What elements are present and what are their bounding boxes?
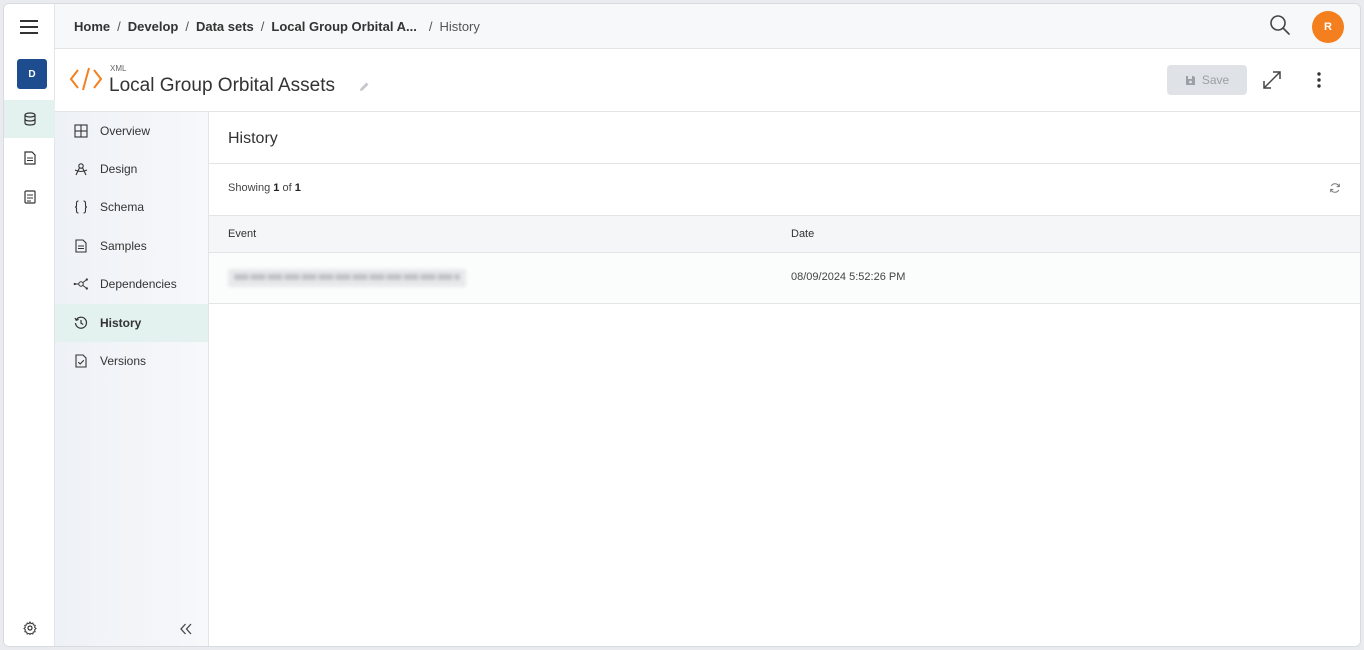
double-chevron-left-icon	[180, 623, 192, 635]
expand-icon	[1263, 71, 1281, 89]
breadcrumb-home[interactable]: Home	[74, 19, 110, 34]
showing-prefix: Showing	[228, 182, 271, 194]
menu-button[interactable]	[4, 4, 55, 49]
rail-item-data-sets[interactable]	[4, 100, 55, 138]
divider	[209, 163, 1360, 164]
workspace-badge[interactable]: D	[17, 59, 47, 89]
redacted-text	[234, 274, 460, 280]
panel-title: History	[228, 130, 278, 147]
dataset-type-label: XML	[110, 64, 127, 73]
rail-item-settings[interactable]	[4, 609, 55, 646]
subnav-item-overview[interactable]: Overview	[55, 112, 208, 150]
save-label: Save	[1201, 73, 1230, 87]
subnav-item-samples[interactable]: Samples	[55, 227, 208, 265]
document-icon	[23, 151, 36, 165]
breadcrumb-separator: /	[185, 19, 189, 34]
search-icon	[1270, 15, 1290, 35]
dataset-header: XML Local Group Orbital Assets Save	[55, 49, 1360, 112]
showing-of: of	[282, 182, 292, 194]
breadcrumb-separator: /	[428, 19, 433, 34]
showing-current: 1	[273, 182, 280, 194]
table-header: Event Date	[209, 215, 1360, 253]
app-window: Home / Develop / Data sets / Local Group…	[3, 3, 1361, 647]
breadcrumb-dataset[interactable]: Local Group Orbital A...	[271, 19, 416, 34]
column-header-event[interactable]: Event	[228, 228, 256, 240]
breadcrumb-separator: /	[117, 19, 121, 34]
nodes-icon	[73, 276, 89, 292]
history-panel: History Showing 1 of 1 Event Date 08/09/…	[209, 112, 1360, 646]
top-bar: Home / Develop / Data sets / Local Group…	[4, 4, 1360, 49]
rail-item-documents[interactable]	[4, 139, 55, 177]
report-icon	[23, 190, 36, 204]
subnav-label: Samples	[100, 239, 147, 253]
hamburger-icon	[20, 19, 38, 34]
breadcrumb-develop[interactable]: Develop	[128, 19, 179, 34]
subnav-label: Schema	[100, 200, 145, 214]
breadcrumb-separator: /	[260, 19, 265, 34]
breadcrumb-data-sets[interactable]: Data sets	[196, 19, 254, 34]
rail-item-reports[interactable]	[4, 178, 55, 216]
search-button[interactable]	[1269, 14, 1293, 38]
subnav-item-dependencies[interactable]: Dependencies	[55, 265, 208, 303]
save-button[interactable]: Save	[1167, 65, 1247, 95]
gear-icon	[22, 621, 37, 635]
subnav-item-history[interactable]: History	[55, 304, 208, 342]
breadcrumb-current: History	[439, 19, 480, 34]
subnav-label: Dependencies	[100, 277, 177, 291]
fullscreen-button[interactable]	[1261, 69, 1285, 93]
document-icon	[73, 238, 89, 254]
subnav-label: Overview	[100, 124, 151, 138]
subnav-item-versions[interactable]: Versions	[55, 342, 208, 380]
refresh-icon	[1330, 183, 1340, 193]
subnav-label: Design	[100, 162, 138, 176]
more-options-button[interactable]	[1311, 68, 1327, 92]
history-icon	[73, 315, 89, 331]
column-header-date[interactable]: Date	[791, 228, 814, 240]
floppy-icon	[1185, 75, 1195, 85]
database-icon	[23, 112, 36, 126]
showing-total: 1	[294, 182, 301, 194]
edit-title-button[interactable]	[358, 81, 370, 96]
dataset-title: Local Group Orbital Assets	[109, 75, 335, 96]
xml-icon	[69, 66, 103, 95]
history-table: Event Date 08/09/2024 5:52:26 PM	[209, 215, 1360, 304]
subnav-item-schema[interactable]: Schema	[55, 188, 208, 226]
dataset-subnav: Overview Design Schema Samples Dependenc…	[55, 112, 209, 646]
left-rail: D	[4, 49, 55, 646]
results-count: Showing 1 of 1	[228, 182, 301, 194]
design-icon	[73, 161, 89, 177]
grid-icon	[73, 123, 89, 139]
breadcrumb: Home / Develop / Data sets / Local Group…	[74, 4, 480, 49]
braces-icon	[73, 199, 89, 215]
file-check-icon	[73, 353, 89, 369]
date-cell: 08/09/2024 5:52:26 PM	[791, 271, 906, 283]
subnav-item-design[interactable]: Design	[55, 150, 208, 188]
kebab-menu-icon	[1317, 72, 1321, 88]
user-avatar[interactable]: R	[1312, 11, 1344, 43]
collapse-sidebar-button[interactable]	[179, 622, 195, 638]
subnav-label: History	[100, 316, 142, 330]
pencil-icon	[360, 82, 369, 91]
subnav-label: Versions	[100, 354, 147, 368]
table-row[interactable]: 08/09/2024 5:52:26 PM	[209, 253, 1360, 304]
event-cell-redacted	[228, 269, 466, 287]
refresh-button[interactable]	[1329, 182, 1343, 196]
